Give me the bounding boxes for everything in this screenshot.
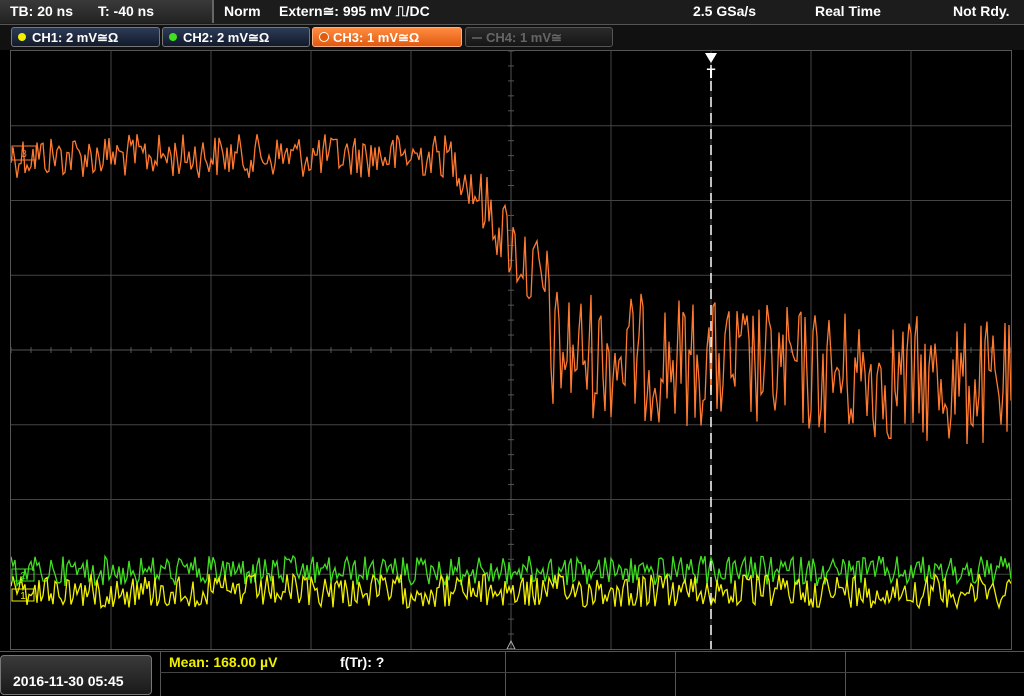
channel-4-button[interactable]: CH4: 1 mV≅ (465, 27, 613, 47)
timebase-panel[interactable]: TB: 20 ns T: -40 ns (0, 0, 214, 23)
channel-3-label: CH3: 1 mV≅Ω (333, 30, 420, 45)
channel-4-indicator-icon (472, 37, 482, 39)
measurement-bar (0, 651, 1024, 696)
channel-bar: CH1: 2 mV≅Ω CH2: 2 mV≅Ω CH3: 1 mV≅Ω CH4:… (0, 25, 1024, 50)
acquisition-mode-label[interactable]: Real Time (815, 3, 881, 19)
trigger-frequency-measurement[interactable]: f(Tr): ? (340, 654, 384, 670)
trigger-mode-label[interactable]: Norm (224, 3, 261, 19)
datetime-panel[interactable]: 2016-11-30 05:45 (0, 655, 152, 695)
channel-2-indicator-icon (169, 33, 177, 41)
trigger-status-label: Not Rdy. (953, 3, 1010, 19)
channel-3-button[interactable]: CH3: 1 mV≅Ω (312, 27, 462, 47)
channel-1-button[interactable]: CH1: 2 mV≅Ω (11, 27, 160, 47)
status-bar: TB: 20 ns T: -40 ns Norm Extern≅: 995 mV… (0, 0, 1024, 25)
channel-3-offset-label: 3 (21, 149, 27, 160)
trigger-arrow-icon[interactable] (705, 53, 717, 63)
mean-measurement[interactable]: Mean: 168.00 µV (169, 654, 277, 670)
waveform-svg: T 3 2 1 (11, 51, 1011, 649)
graticule (11, 51, 1011, 649)
trigger-time-label: T: -40 ns (98, 3, 155, 19)
sample-rate-label: 2.5 GSa/s (693, 3, 757, 19)
channel-1-indicator-icon (18, 33, 26, 41)
datetime-label: 2016-11-30 05:45 (13, 673, 124, 689)
channel-2-button[interactable]: CH2: 2 mV≅Ω (162, 27, 310, 47)
channel-3-indicator-icon (319, 32, 329, 42)
waveform-display[interactable]: T 3 2 1 (10, 50, 1012, 650)
channel-2-offset-label: 2 (20, 571, 26, 582)
channel-2-label: CH2: 2 mV≅Ω (183, 30, 270, 45)
channel-4-label: CH4: 1 mV≅ (486, 30, 562, 45)
channel-1-label: CH1: 2 mV≅Ω (32, 30, 119, 45)
timebase-label: TB: 20 ns (10, 3, 74, 19)
trigger-marker: T (707, 65, 716, 81)
trigger-source-label[interactable]: Extern≅: 995 mV ⎍/DC (279, 3, 430, 20)
channel-1-offset-label: 1 (20, 591, 26, 602)
